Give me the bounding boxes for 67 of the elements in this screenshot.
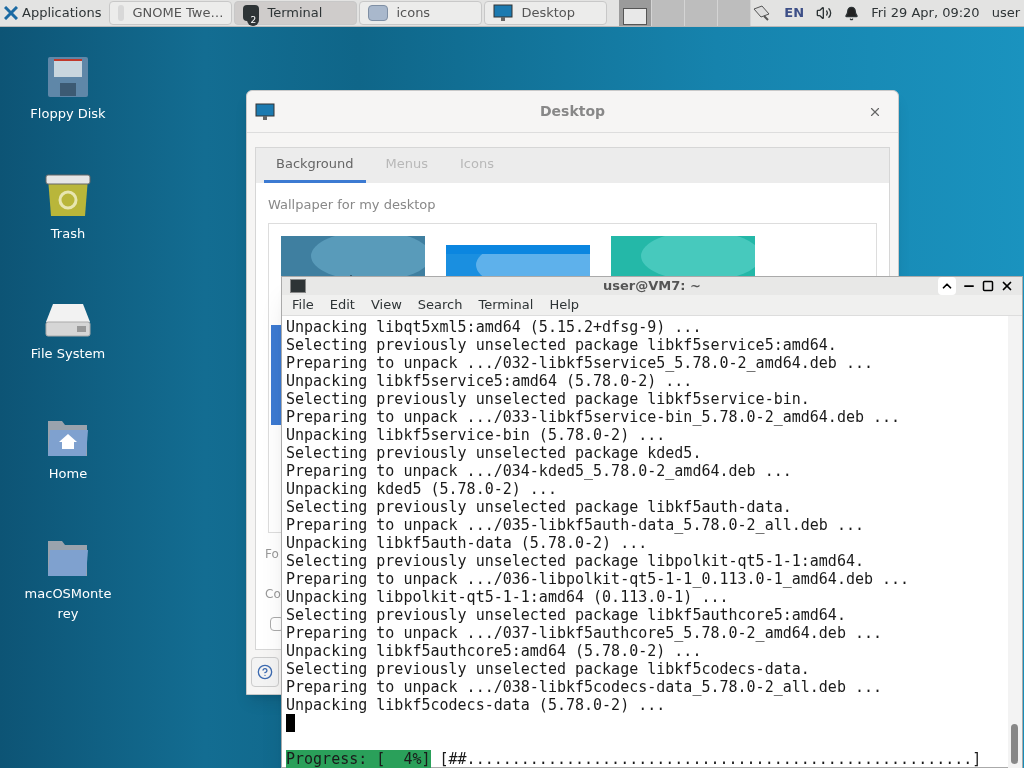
volume-icon[interactable] <box>816 5 833 21</box>
terminal-line: Preparing to unpack .../037-libkf5authcore5_5.78.0-2_amd64.deb ... <box>286 623 884 642</box>
terminal-line: Selecting previously unselected package libkf5codecs-data. <box>286 659 811 678</box>
maximize-icon[interactable] <box>982 280 994 292</box>
help-icon <box>257 664 273 680</box>
tab[interactable]: Background <box>264 148 366 183</box>
notification-icon[interactable] <box>844 5 860 21</box>
progress-bar-text: [##........................................................] <box>439 749 982 768</box>
terminal-line: Selecting previously unselected package libkf5service5:amd64. <box>286 335 838 354</box>
menu-item[interactable]: Terminal <box>472 295 540 315</box>
terminal-line: Selecting previously unselected package libkf5service-bin. <box>286 389 811 408</box>
menu-item[interactable]: Edit <box>323 295 361 315</box>
task-button[interactable]: Desktop <box>484 1 608 25</box>
task-button[interactable]: 2 Terminal <box>234 1 358 25</box>
desktop-icon-label[interactable]: Floppy Disk <box>23 104 113 124</box>
help-button[interactable] <box>251 657 279 687</box>
terminal-icon <box>290 279 306 293</box>
text-cursor <box>286 713 295 732</box>
home-folder-icon <box>47 420 89 458</box>
user-menu[interactable]: user <box>991 3 1020 23</box>
section-label: Wallpaper for my desktop <box>268 196 437 214</box>
terminal-line: Preparing to unpack .../036-libpolkit-qt5-1-1_0.113.0-1_amd64.deb ... <box>286 569 911 588</box>
terminal-line: Unpacking libkf5service5:amd64 (5.78.0-2) ... <box>286 371 693 390</box>
window-title: user@VM7: ~ <box>603 277 701 296</box>
clock[interactable]: Fri 29 Apr, 09:20 <box>871 3 980 23</box>
monitor-icon <box>493 4 514 22</box>
folder-icon <box>368 5 389 21</box>
menu-item[interactable]: Search <box>411 295 469 315</box>
monitor-icon <box>255 102 275 121</box>
form-label: Co <box>265 585 281 603</box>
terminal-line: Selecting previously unselected package libkf5auth-data. <box>286 497 793 516</box>
task-button[interactable]: GNOME Twe… <box>109 1 233 25</box>
terminal-line: Preparing to unpack .../038-libkf5codecs-data_5.78.0-2_all.deb ... <box>286 677 884 696</box>
menu-item[interactable]: File <box>286 295 320 315</box>
shade-button[interactable] <box>938 277 956 295</box>
terminal-line: Unpacking libpolkit-qt5-1-1:amd64 (0.113.0-1) ... <box>286 587 729 606</box>
terminal-line: Selecting previously unselected package kded5. <box>286 443 703 462</box>
window-title: Desktop <box>539 102 606 121</box>
terminal-line: Unpacking libkf5codecs-data (5.78.0-2) ... <box>286 695 666 714</box>
terminal-line: Unpacking libkf5authcore5:amd64 (5.78.0-2) ... <box>286 641 702 660</box>
desktop-icon-label[interactable]: macOSMonte rey <box>23 584 113 624</box>
menu-item[interactable]: View <box>364 295 408 315</box>
folder-icon <box>47 540 89 578</box>
terminal-line: Selecting previously unselected package libpolkit-qt5-1-1:amd64. <box>286 551 865 570</box>
drive-icon <box>45 302 91 338</box>
desktop-icon-label[interactable]: Home <box>23 464 113 484</box>
terminal-line: Unpacking kded5 (5.78.0-2) ... <box>286 479 557 498</box>
terminal-line: Preparing to unpack .../034-kded5_5.78.0-2_amd64.deb ... <box>286 461 793 480</box>
task-button[interactable]: icons <box>359 1 483 25</box>
progress-label: Progress: [ 4%] <box>286 749 431 768</box>
terminal-line: Unpacking libqt5xml5:amd64 (5.15.2+dfsg-9) ... <box>286 317 703 336</box>
applications-menu[interactable]: Applications <box>0 0 106 26</box>
form-label: Fo <box>265 545 279 563</box>
workspace[interactable] <box>619 0 653 26</box>
keyboard-layout-indicator[interactable]: EN <box>784 3 805 23</box>
terminal-line: Unpacking libkf5service-bin (5.78.0-2) ... <box>286 425 666 444</box>
terminal-line: Unpacking libkf5auth-data (5.78.0-2) ... <box>286 533 648 552</box>
terminal-line: Selecting previously unselected package libkf5authcore5:amd64. <box>286 605 847 624</box>
terminal-line: Preparing to unpack .../032-libkf5service5_5.78.0-2_amd64.deb ... <box>286 353 874 372</box>
terminal-line: Preparing to unpack .../035-libkf5auth-data_5.78.0-2_all.deb ... <box>286 515 865 534</box>
desktop-icon-label[interactable]: Trash <box>23 224 113 244</box>
xfce-logo-icon <box>4 6 18 20</box>
menu-item[interactable]: Help <box>543 295 586 315</box>
trash-icon <box>45 174 91 218</box>
close-icon[interactable] <box>1000 279 1014 293</box>
terminal-line: Preparing to unpack .../033-libkf5service-bin_5.78.0-2_amd64.deb ... <box>286 407 902 426</box>
desktop-icon-label[interactable]: File System <box>23 344 113 364</box>
